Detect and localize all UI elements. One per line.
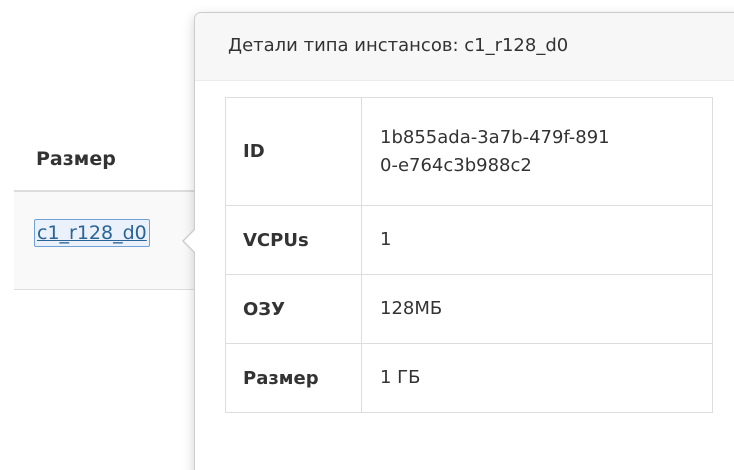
popover-arrow	[182, 228, 196, 254]
details-key-vcpus: VCPUs	[225, 205, 362, 275]
details-row-vcpus: VCPUs 1	[225, 205, 713, 275]
popover-title: Детали типа инстансов: c1_r128_d0	[195, 13, 734, 81]
details-key-disk: Размер	[225, 343, 362, 413]
instances-table-fragment: Размер	[14, 128, 214, 290]
details-value-disk: 1 ГБ	[361, 343, 713, 413]
column-header-size: Размер	[36, 148, 116, 170]
details-key-id: ID	[225, 97, 362, 206]
details-value-id: 1b855ada-3a7b-479f-891 0-e764c3b988c2	[361, 97, 713, 206]
details-value-vcpus: 1	[361, 205, 713, 275]
flavor-details-table: ID 1b855ada-3a7b-479f-891 0-e764c3b988c2…	[225, 97, 713, 413]
details-row-id: ID 1b855ada-3a7b-479f-891 0-e764c3b988c2	[225, 97, 713, 206]
details-key-ram: ОЗУ	[225, 274, 362, 344]
flavor-details-link[interactable]: c1_r128_d0	[34, 219, 150, 247]
details-row-disk: Размер 1 ГБ	[225, 343, 713, 413]
flavor-details-popover: Детали типа инстансов: c1_r128_d0 ID 1b8…	[182, 12, 734, 470]
details-row-ram: ОЗУ 128МБ	[225, 274, 713, 344]
table-header: Размер	[14, 128, 214, 192]
details-value-ram: 128МБ	[361, 274, 713, 344]
page: Размер c1_r128_d0 Детали типа инстансов:…	[0, 0, 734, 470]
id-value-line-1: 1b855ada-3a7b-479f-891	[380, 126, 610, 148]
id-value-line-2: 0-e764c3b988c2	[380, 154, 532, 176]
